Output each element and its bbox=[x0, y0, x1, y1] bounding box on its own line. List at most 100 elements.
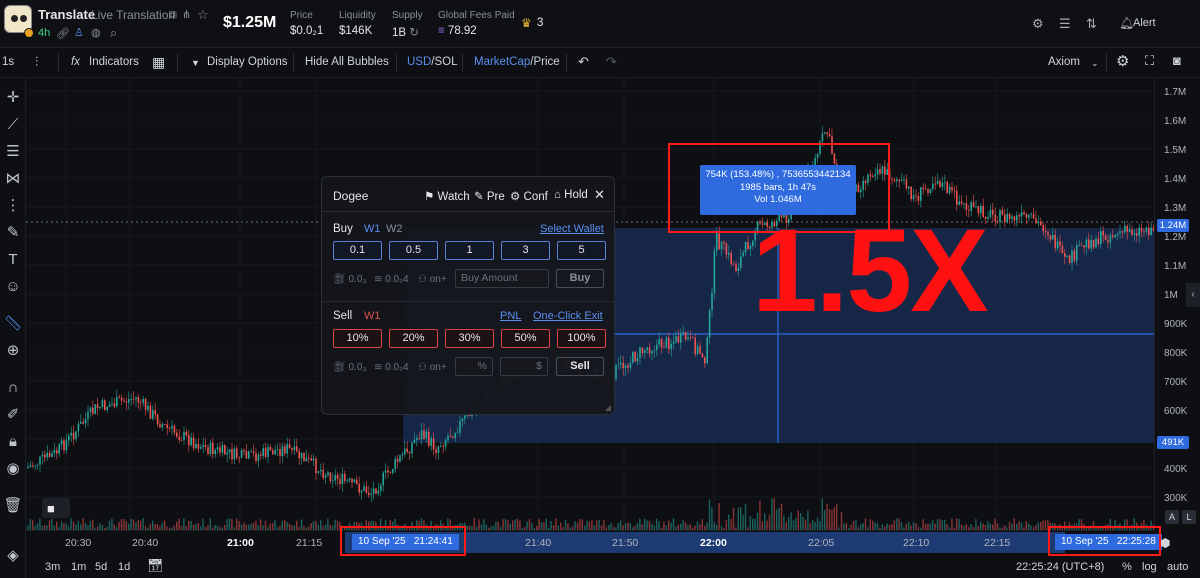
scale-a-button[interactable]: A bbox=[1165, 510, 1179, 524]
sell-percent-button[interactable]: 30% bbox=[445, 329, 494, 348]
fib-icon[interactable]: ⋮ bbox=[3, 196, 23, 216]
pencil-lock-icon[interactable]: ✐ bbox=[3, 405, 23, 425]
conf-button[interactable]: ⚙ Conf bbox=[510, 189, 548, 203]
candle bbox=[130, 399, 132, 400]
camera-icon[interactable]: ◙ bbox=[1173, 53, 1181, 68]
volume-bar bbox=[473, 518, 475, 530]
fullscreen-icon[interactable]: ⛶ bbox=[1145, 53, 1154, 69]
share-icon[interactable]: ⋔ bbox=[182, 8, 191, 21]
buy-button[interactable]: Buy bbox=[556, 269, 604, 288]
settings-icon[interactable]: ⚙ bbox=[1032, 16, 1044, 32]
candle bbox=[188, 435, 190, 446]
bottom-bar: 3m 1m 5d 1d 📅︎ 22:25:24 (UTC+8) % log au… bbox=[26, 554, 1200, 578]
sell-percent-button[interactable]: 50% bbox=[501, 329, 550, 348]
sell-percent-button[interactable]: 20% bbox=[389, 329, 438, 348]
globe-icon[interactable]: ◍ bbox=[91, 26, 101, 39]
swap-icon[interactable]: ⇅ bbox=[1086, 16, 1097, 32]
filter-icon[interactable]: ☰ bbox=[1059, 16, 1071, 32]
layout-grid-icon[interactable]: ▦ bbox=[152, 54, 165, 71]
candle bbox=[44, 454, 46, 458]
crosshair-icon[interactable]: ✛ bbox=[3, 88, 23, 108]
link-icon[interactable]: 🔗︎ bbox=[56, 27, 70, 40]
lock-icon[interactable]: 🔒︎ bbox=[3, 432, 23, 452]
price-axis[interactable]: 1.7M 1.6M 1.5M 1.4M 1.3M 1.2M 1.1M 1M 90… bbox=[1154, 78, 1200, 530]
zoom-in-icon[interactable]: ⊕ bbox=[3, 341, 23, 361]
buy-amount-button[interactable]: 0.5 bbox=[389, 241, 438, 260]
buy-wallet-w1[interactable]: W1 bbox=[364, 223, 381, 235]
search-icon[interactable]: ⌕ bbox=[110, 25, 117, 41]
sell-percent-button[interactable]: 10% bbox=[333, 329, 382, 348]
range-1d[interactable]: 1d bbox=[118, 561, 130, 573]
sell-button[interactable]: Sell bbox=[556, 357, 604, 376]
horizontal-lines-icon[interactable]: ☰ bbox=[3, 142, 23, 162]
alert-button[interactable]: Alert bbox=[1133, 17, 1156, 29]
mev-toggle[interactable]: ⚇ on+ bbox=[418, 274, 447, 285]
auto-toggle[interactable]: auto bbox=[1167, 561, 1188, 573]
candle bbox=[896, 179, 898, 182]
percent-toggle[interactable]: % bbox=[1122, 561, 1132, 573]
pnl-link[interactable]: PNL bbox=[500, 310, 521, 322]
candle bbox=[641, 347, 644, 354]
volume-bar bbox=[60, 521, 63, 530]
collapse-icon[interactable]: ‹ bbox=[1186, 283, 1200, 307]
copy-icon[interactable]: ⧉ bbox=[169, 9, 177, 22]
buy-amount-button[interactable]: 1 bbox=[445, 241, 494, 260]
buy-amount-button[interactable]: 5 bbox=[557, 241, 606, 260]
candle bbox=[250, 451, 252, 453]
buy-wallet-w2[interactable]: W2 bbox=[386, 223, 403, 235]
magnet-icon[interactable]: ∩ bbox=[3, 378, 23, 398]
candle bbox=[315, 458, 317, 474]
log-toggle[interactable]: log bbox=[1142, 561, 1157, 573]
interval-selector[interactable]: 1s bbox=[2, 56, 14, 68]
trash-icon[interactable]: 🗑︎ bbox=[3, 496, 23, 516]
layers-icon[interactable]: ◈ bbox=[3, 546, 23, 566]
bell-icon[interactable]: 🔔︎ bbox=[1119, 16, 1134, 30]
range-3m[interactable]: 3m bbox=[45, 561, 60, 573]
close-icon[interactable]: ✕ bbox=[594, 187, 605, 203]
candle bbox=[447, 435, 449, 441]
user-icon[interactable]: ♙ bbox=[74, 26, 84, 39]
candle bbox=[207, 447, 209, 454]
goto-realtime-icon[interactable]: ⬢ bbox=[1160, 536, 1170, 550]
chart-settings-icon[interactable]: ⚙ bbox=[1116, 52, 1129, 70]
candle bbox=[1030, 213, 1032, 215]
candle bbox=[639, 347, 641, 359]
emoji-icon[interactable]: ☺ bbox=[3, 277, 23, 297]
pattern-icon[interactable]: ⋈ bbox=[3, 169, 23, 189]
text-icon[interactable]: T bbox=[3, 250, 23, 270]
time-axis[interactable]: 20:30 20:40 21:00 21:15 21:40 21:50 22:0… bbox=[26, 530, 1170, 554]
resize-handle-icon[interactable]: ◢ bbox=[605, 403, 611, 412]
undo-icon[interactable]: ↶ bbox=[578, 54, 589, 70]
redo-icon[interactable]: ↷ bbox=[606, 54, 617, 70]
eye-icon[interactable]: ◉ bbox=[3, 459, 23, 479]
star-icon[interactable]: ☆ bbox=[197, 7, 209, 23]
one-click-exit-link[interactable]: One-Click Exit bbox=[533, 310, 603, 322]
candle bbox=[747, 241, 749, 250]
sell-percent-input[interactable]: % bbox=[455, 357, 493, 376]
scale-l-button[interactable]: L bbox=[1182, 510, 1196, 524]
brush-icon[interactable]: ✎ bbox=[3, 223, 23, 243]
indicators-button[interactable]: Indicators bbox=[89, 56, 139, 68]
select-wallet-link[interactable]: Select Wallet bbox=[540, 223, 604, 235]
mode-toggle[interactable]: MarketCap/Price bbox=[474, 56, 560, 68]
range-1m[interactable]: 1m bbox=[71, 561, 86, 573]
pre-button[interactable]: ✎ Pre bbox=[474, 189, 505, 203]
hide-bubbles-button[interactable]: Hide All Bubbles bbox=[305, 56, 389, 68]
hold-button[interactable]: ⌂ Hold bbox=[554, 189, 588, 201]
mev-toggle[interactable]: ⚇ on+ bbox=[418, 362, 447, 373]
ruler-icon[interactable]: 📏︎ bbox=[3, 314, 23, 334]
trendline-icon[interactable]: ⟋ bbox=[3, 115, 23, 135]
buy-amount-button[interactable]: 3 bbox=[501, 241, 550, 260]
calendar-icon[interactable]: 📅︎ bbox=[147, 558, 164, 574]
buy-amount-input[interactable]: Buy Amount bbox=[455, 269, 549, 288]
candle-type-icon[interactable]: ⫶ bbox=[35, 54, 38, 70]
display-options-button[interactable]: Display Options bbox=[207, 56, 288, 68]
range-5d[interactable]: 5d bbox=[95, 561, 107, 573]
buy-amount-button[interactable]: 0.1 bbox=[333, 241, 382, 260]
provider-selector[interactable]: Axiom bbox=[1048, 56, 1080, 68]
currency-toggle[interactable]: USD/SOL bbox=[407, 56, 458, 68]
sell-usd-input[interactable]: $ bbox=[500, 357, 548, 376]
watch-button[interactable]: ⚑ Watch bbox=[424, 189, 470, 203]
sell-wallet-w1[interactable]: W1 bbox=[364, 310, 381, 322]
sell-percent-button[interactable]: 100% bbox=[557, 329, 606, 348]
